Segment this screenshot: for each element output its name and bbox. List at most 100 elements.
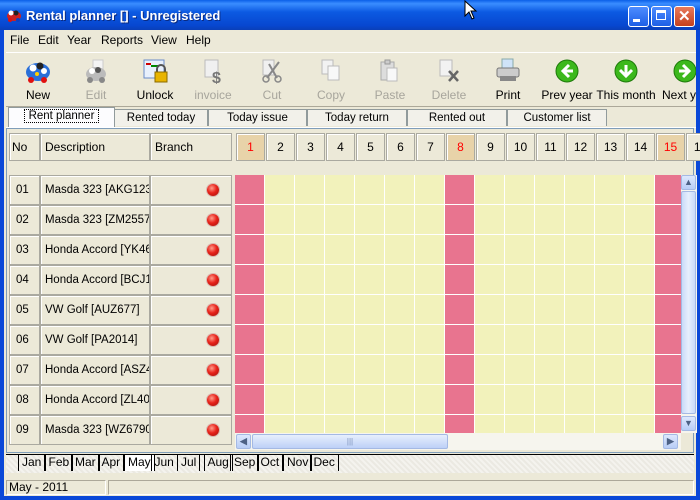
row-branch[interactable] [150, 325, 232, 355]
calendar-cell[interactable] [385, 205, 415, 235]
month-tab-mar[interactable]: Mar [71, 455, 100, 471]
row-branch[interactable] [150, 355, 232, 385]
calendar-cell[interactable] [355, 355, 385, 385]
calendar-cell[interactable] [295, 355, 325, 385]
calendar-cell[interactable] [385, 355, 415, 385]
calendar-cell[interactable] [625, 325, 655, 355]
close-button[interactable]: ✕ [674, 6, 695, 27]
calendar-cell-weekend[interactable] [235, 415, 265, 433]
row-description[interactable]: Honda Accord [ZL403 [40, 385, 150, 415]
calendar-cell[interactable] [385, 235, 415, 265]
next-year-button[interactable]: Next year [656, 55, 696, 105]
calendar-cell-weekend[interactable] [235, 265, 265, 295]
vertical-scroll-thumb[interactable] [681, 191, 696, 414]
calendar-cell-weekend[interactable] [655, 325, 681, 355]
day-header[interactable]: 7 [416, 133, 445, 161]
this-month-button[interactable]: This month [596, 55, 656, 105]
row-description[interactable]: Honda Accord [ASZ49 [40, 355, 150, 385]
calendar-cell[interactable] [385, 265, 415, 295]
day-header[interactable]: 15 [656, 133, 685, 161]
month-tab-nov[interactable]: Nov [283, 455, 313, 471]
calendar-cell[interactable] [265, 295, 295, 325]
calendar-cell[interactable] [385, 325, 415, 355]
row-description[interactable]: Masda 323 [ZM2557] [40, 205, 150, 235]
calendar-cell[interactable] [265, 205, 295, 235]
calendar-cell[interactable] [595, 385, 625, 415]
day-header[interactable]: 1 [236, 133, 265, 161]
calendar-cell[interactable] [325, 175, 355, 205]
calendar-cell[interactable] [595, 235, 625, 265]
calendar-cell[interactable] [295, 295, 325, 325]
calendar-cell[interactable] [475, 325, 505, 355]
row-branch[interactable] [150, 205, 232, 235]
calendar-cell[interactable] [625, 355, 655, 385]
calendar-cell[interactable] [505, 295, 535, 325]
column-header-no[interactable]: No [9, 133, 40, 161]
calendar-cell[interactable] [265, 355, 295, 385]
tab-today-return[interactable]: Today return [307, 109, 407, 126]
calendar-cell-weekend[interactable] [445, 415, 475, 433]
prev-year-button[interactable]: Prev year [538, 55, 596, 105]
calendar-cell[interactable] [325, 205, 355, 235]
day-header[interactable]: 6 [386, 133, 415, 161]
row-branch[interactable] [150, 235, 232, 265]
calendar-cell[interactable] [625, 265, 655, 295]
calendar-cell[interactable] [625, 175, 655, 205]
calendar-cell[interactable] [385, 295, 415, 325]
calendar-cell[interactable] [325, 355, 355, 385]
day-header[interactable]: 8 [446, 133, 475, 161]
calendar-cell[interactable] [415, 325, 445, 355]
column-header-description[interactable]: Description [40, 133, 150, 161]
calendar-cell[interactable] [355, 235, 385, 265]
calendar-cell[interactable] [505, 325, 535, 355]
month-tab-aug[interactable]: Aug [203, 455, 233, 471]
calendar-cell[interactable] [415, 355, 445, 385]
calendar-cell[interactable] [265, 175, 295, 205]
calendar-cell[interactable] [475, 265, 505, 295]
month-tab-dec[interactable]: Dec [309, 455, 339, 471]
calendar-cell-weekend[interactable] [445, 205, 475, 235]
maximize-button[interactable] [651, 6, 672, 27]
delete-button[interactable]: Delete [420, 55, 478, 105]
row-description[interactable]: Masda 323 [WZ6790] [40, 415, 150, 445]
row-number[interactable]: 06 [9, 325, 40, 355]
menu-help[interactable]: Help [186, 33, 211, 47]
calendar-cell[interactable] [265, 265, 295, 295]
calendar-cell-weekend[interactable] [235, 175, 265, 205]
tab-rent-planner[interactable]: Rent planner [8, 107, 115, 127]
calendar-cell[interactable] [475, 355, 505, 385]
calendar-grid[interactable] [235, 175, 681, 433]
calendar-cell[interactable] [475, 385, 505, 415]
calendar-cell-weekend[interactable] [445, 265, 475, 295]
calendar-cell[interactable] [295, 265, 325, 295]
day-header[interactable]: 16 [686, 133, 700, 161]
calendar-cell-weekend[interactable] [235, 295, 265, 325]
calendar-cell[interactable] [355, 265, 385, 295]
calendar-cell[interactable] [505, 355, 535, 385]
day-header[interactable]: 5 [356, 133, 385, 161]
scroll-left-button[interactable]: ◀ [236, 434, 251, 449]
column-header-branch[interactable]: Branch [150, 133, 232, 161]
unlock-button[interactable]: Unlock [126, 55, 184, 105]
calendar-cell-weekend[interactable] [445, 295, 475, 325]
calendar-cell-weekend[interactable] [655, 385, 681, 415]
calendar-cell[interactable] [295, 415, 325, 433]
calendar-cell-weekend[interactable] [655, 235, 681, 265]
row-branch[interactable] [150, 175, 232, 205]
calendar-cell-weekend[interactable] [655, 205, 681, 235]
calendar-cell[interactable] [565, 205, 595, 235]
calendar-cell[interactable] [415, 205, 445, 235]
row-description[interactable]: Masda 323 [AKG123] [40, 175, 150, 205]
calendar-cell[interactable] [265, 325, 295, 355]
row-number[interactable]: 08 [9, 385, 40, 415]
row-branch[interactable] [150, 415, 232, 445]
calendar-cell[interactable] [385, 385, 415, 415]
calendar-cell-weekend[interactable] [445, 385, 475, 415]
day-header[interactable]: 2 [266, 133, 295, 161]
calendar-cell[interactable] [265, 385, 295, 415]
tab-rented-today[interactable]: Rented today [114, 109, 208, 126]
calendar-cell[interactable] [565, 415, 595, 433]
calendar-cell-weekend[interactable] [655, 355, 681, 385]
month-tab-jan[interactable]: Jan [18, 455, 46, 471]
calendar-cell[interactable] [565, 235, 595, 265]
